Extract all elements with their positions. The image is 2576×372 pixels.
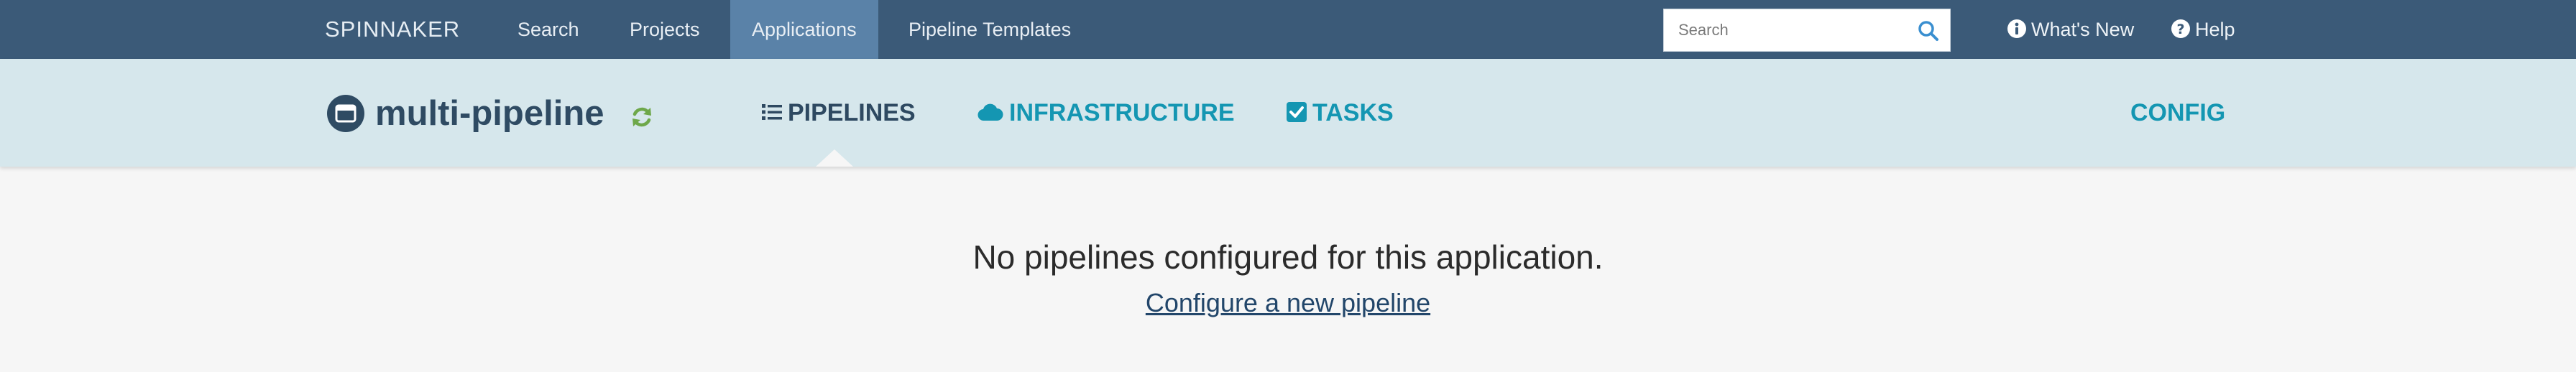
configure-link-container: Configure a new pipeline <box>0 287 2576 319</box>
application-name: multi-pipeline <box>375 94 604 133</box>
active-tab-indicator <box>816 149 853 167</box>
question-circle-icon: ? <box>2171 19 2190 38</box>
svg-text:?: ? <box>2176 22 2184 37</box>
config-tab[interactable]: CONFIG <box>2130 59 2225 167</box>
help-link[interactable]: ? Help <box>2171 0 2235 59</box>
nav-pipeline-templates[interactable]: Pipeline Templates <box>887 0 1092 59</box>
whats-new-link[interactable]: What's New <box>2007 0 2134 59</box>
info-circle-icon <box>2007 19 2026 38</box>
brand-logo[interactable]: SPINNAKER <box>325 0 460 59</box>
help-label: Help <box>2195 19 2235 40</box>
cloud-icon <box>978 103 1003 121</box>
search-box <box>1663 9 1951 52</box>
tab-pipelines-label: PIPELINES <box>788 99 916 126</box>
refresh-icon[interactable] <box>630 105 654 129</box>
tab-infrastructure-label: INFRASTRUCTURE <box>1009 99 1235 126</box>
nav-search[interactable]: Search <box>496 0 601 59</box>
window-icon <box>327 95 364 132</box>
search-input[interactable] <box>1664 9 1908 51</box>
top-navbar: SPINNAKER Search Projects Applications P… <box>0 0 2576 59</box>
application-header: multi-pipeline PIPELINES INFRASTRUCTURE … <box>0 59 2576 167</box>
tab-tasks[interactable]: TASKS <box>1287 59 1394 167</box>
whats-new-label: What's New <box>2031 19 2135 40</box>
list-icon <box>762 104 782 121</box>
empty-state-message: No pipelines configured for this applica… <box>972 238 1604 276</box>
tab-infrastructure[interactable]: INFRASTRUCTURE <box>978 59 1235 167</box>
nav-applications[interactable]: Applications <box>730 0 878 59</box>
check-square-icon <box>1287 102 1307 123</box>
search-icon[interactable] <box>1917 19 1940 42</box>
nav-projects[interactable]: Projects <box>608 0 722 59</box>
tab-tasks-label: TASKS <box>1312 99 1394 126</box>
configure-new-pipeline-link[interactable]: Configure a new pipeline <box>1146 288 1430 317</box>
